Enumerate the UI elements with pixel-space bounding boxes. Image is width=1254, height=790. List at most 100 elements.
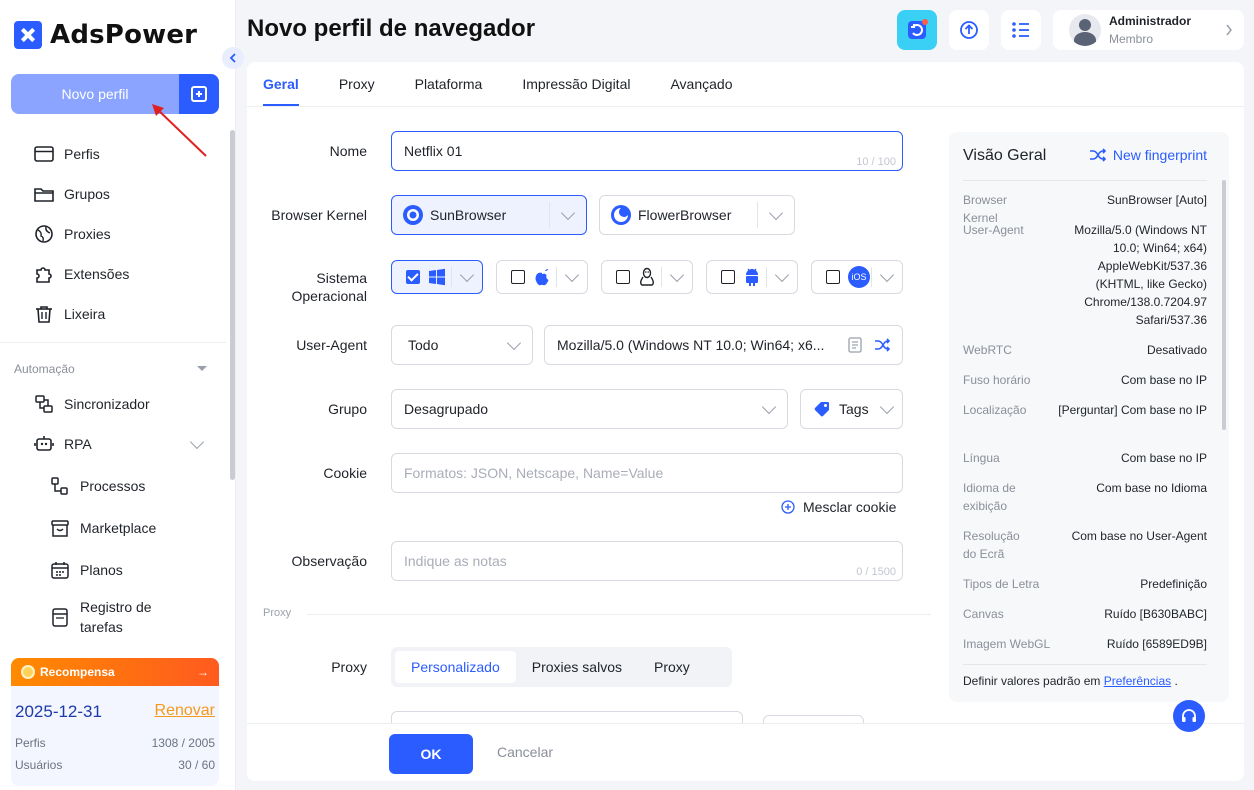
ua-input[interactable]: Mozilla/5.0 (Windows NT 10.0; Win64; x6.… bbox=[544, 325, 903, 365]
rpa-expand-icon[interactable] bbox=[189, 434, 205, 450]
os-android-option[interactable] bbox=[706, 260, 798, 294]
chevron-right-icon bbox=[1226, 24, 1232, 36]
ua-version-select[interactable]: Todo bbox=[391, 325, 533, 365]
overview-scrollbar[interactable] bbox=[1222, 180, 1226, 430]
os-ios-checkbox[interactable] bbox=[826, 270, 840, 284]
collapse-sidebar-button[interactable] bbox=[222, 47, 244, 69]
chevron-left-icon bbox=[229, 53, 236, 63]
chevron-down-icon[interactable] bbox=[452, 261, 482, 293]
chevron-down-icon[interactable] bbox=[662, 261, 692, 293]
os-android-checkbox[interactable] bbox=[721, 270, 735, 284]
puzzle-icon bbox=[34, 264, 54, 284]
tab-proxy[interactable]: Proxy bbox=[339, 62, 375, 106]
trash-icon bbox=[34, 304, 54, 324]
support-chat-button[interactable] bbox=[1173, 700, 1205, 732]
cancel-button[interactable]: Cancelar bbox=[497, 744, 553, 760]
preferences-link[interactable]: Preferências bbox=[1104, 674, 1171, 688]
reward-header[interactable]: Recompensa → bbox=[11, 658, 219, 686]
overview-value: Com base no IP bbox=[1120, 373, 1207, 387]
sidebar-nav-automation: Sincronizador RPA bbox=[0, 384, 226, 464]
merge-cookie-button[interactable]: Mesclar cookie bbox=[781, 499, 896, 515]
sidebar-item-sincronizador[interactable]: Sincronizador bbox=[0, 384, 226, 424]
shuffle-icon[interactable] bbox=[874, 338, 890, 352]
renew-link[interactable]: Renovar bbox=[155, 702, 215, 720]
ua-label: User-Agent bbox=[296, 337, 367, 353]
proxy-option-salvos[interactable]: Proxies salvos bbox=[516, 651, 638, 683]
chevron-down-icon[interactable] bbox=[557, 261, 587, 293]
sidebar-item-extensoes[interactable]: Extensões bbox=[0, 254, 226, 294]
avatar bbox=[1069, 14, 1101, 46]
overview-value: [Perguntar] Com base no IP bbox=[1058, 403, 1207, 417]
upload-circle-icon bbox=[960, 21, 978, 39]
os-linux-checkbox[interactable] bbox=[616, 270, 630, 284]
os-ios-option[interactable]: iOS bbox=[811, 260, 903, 294]
chevron-down-icon[interactable] bbox=[758, 196, 794, 234]
sidebar-scrollbar[interactable] bbox=[230, 130, 235, 480]
os-linux-option[interactable] bbox=[601, 260, 693, 294]
chevron-down-icon[interactable] bbox=[872, 261, 902, 293]
ua-version-value: Todo bbox=[408, 337, 439, 353]
os-windows-option[interactable] bbox=[391, 260, 483, 294]
ok-button[interactable]: OK bbox=[389, 734, 473, 774]
overview-row: Canvas Ruído [B630BABC] bbox=[963, 605, 1207, 623]
sidebar-item-label: Processos bbox=[80, 478, 146, 494]
os-windows-checkbox[interactable] bbox=[406, 270, 420, 284]
robot-icon bbox=[34, 434, 54, 454]
group-value: Desagrupado bbox=[404, 401, 489, 417]
task-list-button[interactable] bbox=[1001, 10, 1041, 50]
chevron-down-icon bbox=[751, 390, 787, 428]
overview-row: User-Agent Mozilla/5.0 (Windows NT 10.0; … bbox=[963, 221, 1207, 329]
os-macos-checkbox[interactable] bbox=[511, 270, 525, 284]
windows-icon bbox=[429, 268, 445, 286]
notes-placeholder: Indique as notas bbox=[404, 553, 507, 569]
document-icon[interactable] bbox=[848, 337, 862, 353]
kernel-sunbrowser-select[interactable]: SunBrowser bbox=[391, 195, 587, 235]
sidebar-item-processos[interactable]: Processos bbox=[0, 465, 226, 507]
sidebar-item-label: Marketplace bbox=[80, 520, 157, 536]
upload-update-button[interactable] bbox=[949, 10, 989, 50]
sidebar-item-planos[interactable]: Planos bbox=[0, 549, 226, 591]
kernel-flowerbrowser-select[interactable]: FlowerBrowser bbox=[599, 195, 795, 235]
tab-geral[interactable]: Geral bbox=[263, 62, 299, 106]
headset-icon bbox=[1182, 709, 1196, 722]
linux-icon bbox=[640, 267, 654, 286]
globe-icon bbox=[34, 224, 54, 244]
new-fingerprint-button[interactable]: New fingerprint bbox=[1089, 147, 1207, 163]
name-input[interactable]: Netflix 01 10 / 100 bbox=[391, 131, 903, 171]
overview-value: Com base no Idioma bbox=[1096, 481, 1207, 495]
overview-value: Desativado bbox=[1146, 343, 1207, 357]
sidebar-item-label: Extensões bbox=[64, 266, 130, 282]
android-icon bbox=[746, 268, 758, 286]
overview-key: Localização bbox=[963, 403, 1027, 417]
sidebar-item-marketplace[interactable]: Marketplace bbox=[0, 507, 226, 549]
merge-cookie-label: Mesclar cookie bbox=[803, 499, 897, 515]
sidebar-item-perfis[interactable]: Perfis bbox=[0, 134, 226, 174]
overview-divider bbox=[963, 664, 1207, 665]
notes-input[interactable]: Indique as notas 0 / 1500 bbox=[391, 541, 903, 581]
sidebar-item-label: Proxies bbox=[64, 226, 111, 242]
proxy-option-personalizado[interactable]: Personalizado bbox=[395, 651, 516, 683]
tab-impressao-digital[interactable]: Impressão Digital bbox=[522, 62, 630, 106]
overview-key: Idioma de exibição bbox=[963, 481, 1016, 513]
sidebar-item-lixeira[interactable]: Lixeira bbox=[0, 294, 226, 334]
tags-select[interactable]: Tags bbox=[800, 389, 903, 429]
group-select[interactable]: Desagrupado bbox=[391, 389, 788, 429]
sidebar-item-registro-tarefas[interactable]: Registro de tarefas bbox=[0, 591, 226, 643]
sidebar-item-grupos[interactable]: Grupos bbox=[0, 174, 226, 214]
overview-key: Fuso horário bbox=[963, 373, 1031, 387]
app-logo[interactable]: AdsPower bbox=[14, 20, 197, 50]
sync-status-button[interactable] bbox=[897, 10, 937, 50]
tab-avancado[interactable]: Avançado bbox=[670, 62, 732, 106]
chevron-down-icon[interactable] bbox=[550, 196, 586, 234]
kernel-flowerbrowser-label: FlowerBrowser bbox=[638, 207, 732, 223]
automation-collapse-icon[interactable] bbox=[197, 366, 207, 371]
tab-plataforma[interactable]: Plataforma bbox=[415, 62, 483, 106]
sidebar-item-rpa[interactable]: RPA bbox=[0, 424, 226, 464]
chevron-down-icon[interactable] bbox=[767, 261, 797, 293]
proxy-option-proxy[interactable]: Proxy bbox=[638, 651, 706, 683]
sidebar-item-proxies[interactable]: Proxies bbox=[0, 214, 226, 254]
cookie-input[interactable]: Formatos: JSON, Netscape, Name=Value bbox=[391, 453, 903, 493]
os-macos-option[interactable] bbox=[496, 260, 588, 294]
overview-row: Tipos de Letra Predefinição bbox=[963, 575, 1207, 593]
user-account-card[interactable]: Administrador Membro bbox=[1053, 10, 1244, 50]
